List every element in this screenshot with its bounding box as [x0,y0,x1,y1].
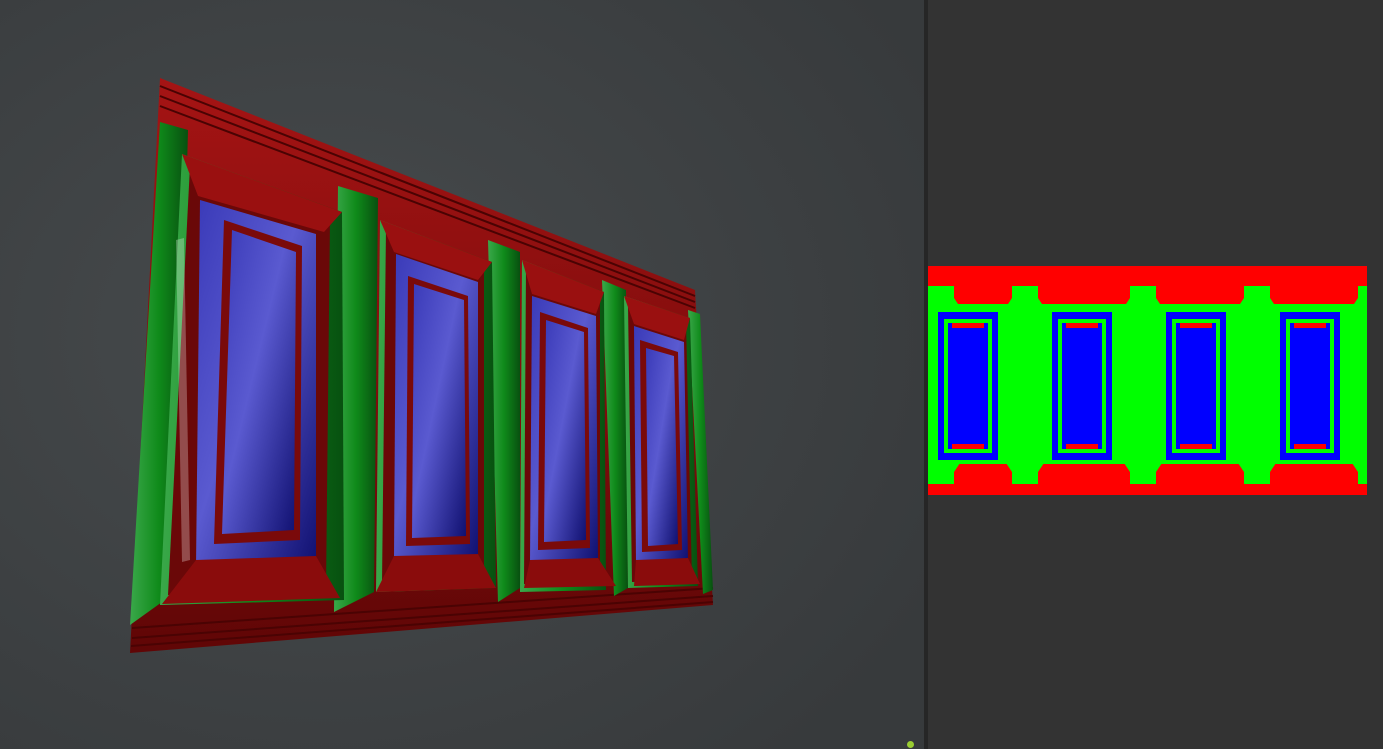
origin-dot-icon [907,741,914,748]
mask-panel-top-bevel-3 [1180,323,1212,328]
mask-panel-center-3 [1186,328,1206,444]
mask-panel-center-1 [958,328,978,444]
mask-panel-bottom-bevel-4 [1294,444,1326,449]
mask-panel-center-2 [1072,328,1092,444]
mask-panel-top-bevel-2 [1066,323,1098,328]
mask-panel-bottom-bevel-3 [1180,444,1212,449]
viewport-canvas[interactable] [0,0,924,749]
raised-panel-4 [624,296,698,588]
color-id-texture [928,266,1367,495]
mask-panel-top-bevel-4 [1294,323,1326,328]
bottom-rail-bevel-2 [376,554,496,592]
mask-panel-bottom-bevel-1 [952,444,984,449]
texture-preview-panel[interactable] [928,0,1383,749]
3d-viewport[interactable] [0,0,924,749]
mask-panel-top-bevel-1 [952,323,984,328]
mask-panel-bottom-bevel-2 [1066,444,1098,449]
mask-panel-center-4 [1300,328,1320,444]
